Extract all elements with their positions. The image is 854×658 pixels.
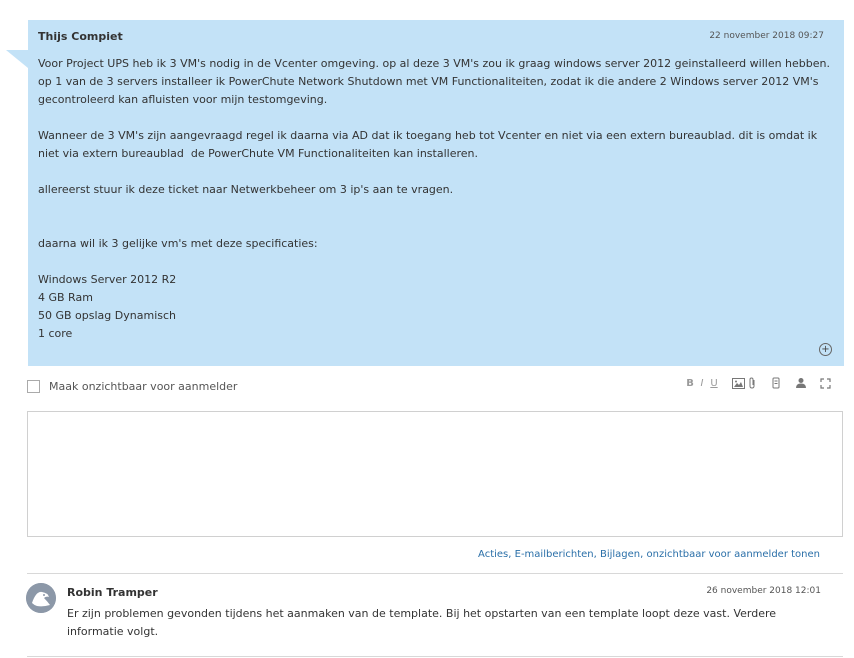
plus-circle-icon[interactable]: + (819, 343, 832, 356)
comment-author: Thijs Compiet (38, 30, 123, 43)
divider (27, 656, 843, 657)
italic-button[interactable]: I (696, 378, 708, 389)
comment-body: Er zijn problemen gevonden tijdens het a… (67, 607, 777, 638)
comment-date: 26 november 2018 12:01 (706, 586, 821, 596)
reply-editor[interactable] (27, 411, 843, 537)
comment-author: Robin Tramper (67, 586, 158, 599)
show-filters-link[interactable]: Acties, E-mailberichten, Bijlagen, onzic… (478, 549, 820, 560)
template-icon[interactable] (770, 377, 782, 389)
fullscreen-icon[interactable] (818, 377, 832, 389)
avatar (26, 583, 56, 613)
editor-toolbar: B I U (684, 377, 832, 389)
image-icon[interactable] (730, 377, 746, 389)
comment-body: Voor Project UPS heb ik 3 VM's nodig in … (38, 57, 830, 340)
speech-bubble-tail (6, 50, 28, 68)
attachment-icon[interactable] (746, 377, 758, 389)
user-icon[interactable] (794, 377, 808, 389)
hide-from-requester-label: Maak onzichtbaar voor aanmelder (49, 379, 238, 393)
ticket-comment: Thijs Compiet 22 november 2018 09:27 Voo… (28, 20, 844, 366)
bold-button[interactable]: B (684, 378, 696, 389)
comment-date: 22 november 2018 09:27 (709, 31, 824, 41)
divider (27, 573, 843, 574)
underline-button[interactable]: U (708, 378, 720, 389)
hide-from-requester-row[interactable]: Maak onzichtbaar voor aanmelder (27, 378, 237, 394)
hide-from-requester-checkbox[interactable] (27, 379, 40, 393)
